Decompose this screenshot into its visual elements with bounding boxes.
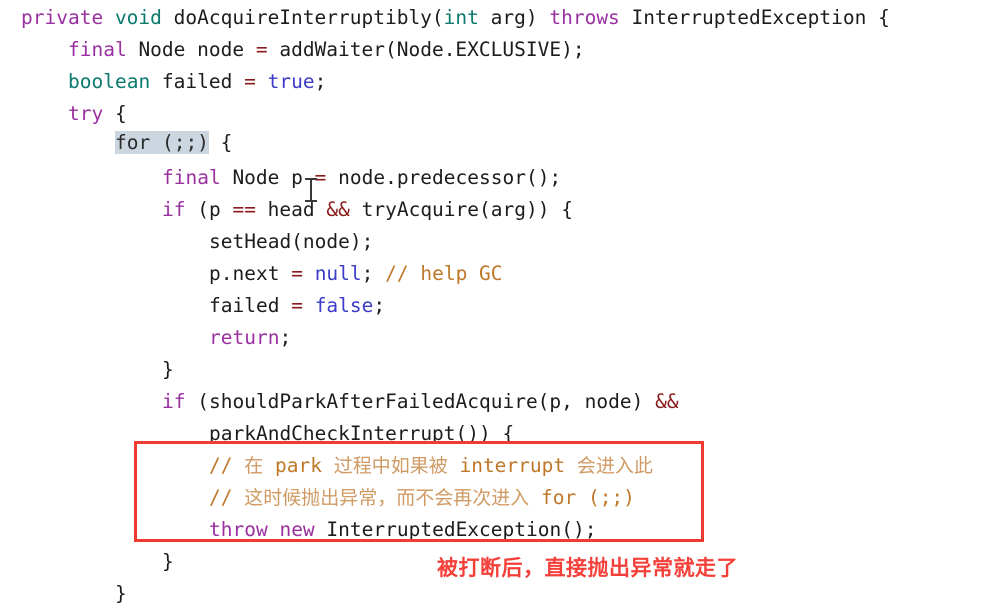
code-token: = — [255, 38, 268, 61]
code-line[interactable]: } — [162, 546, 174, 578]
code-token: failed — [150, 70, 245, 93]
code-line[interactable]: if (p == head && tryAcquire(arg)) { — [162, 194, 573, 226]
code-token: = — [291, 262, 303, 285]
code-token: 这时候抛出异常，而不会再次进入 — [244, 487, 530, 509]
code-line[interactable]: } — [115, 578, 127, 610]
code-line[interactable]: try { — [68, 98, 127, 130]
source-code-area[interactable]: private void doAcquireInterruptibly(int … — [0, 0, 997, 609]
code-token: InterruptedException(); — [314, 518, 597, 541]
code-line[interactable]: parkAndCheckInterrupt()) { — [209, 418, 514, 450]
code-token: == — [232, 198, 256, 221]
code-token: if — [162, 390, 186, 413]
code-line[interactable]: p.next = null; // help GC — [209, 258, 503, 290]
code-token: Node node — [126, 38, 256, 61]
code-line[interactable]: final Node node = addWaiter(Node.EXCLUSI… — [68, 34, 585, 66]
code-token: doAcquireInterruptibly( — [161, 6, 444, 29]
code-token: (shouldParkAfterFailedAcquire(p, node) — [185, 390, 656, 413]
code-token: InterruptedException { — [619, 6, 890, 29]
code-token: false — [314, 294, 374, 317]
code-token: // — [209, 454, 245, 477]
code-token: 会进入此 — [576, 455, 653, 477]
code-token: throws — [549, 6, 620, 29]
code-token: private — [21, 6, 104, 29]
code-token: Node p — [220, 166, 315, 189]
code-token: && — [326, 198, 350, 221]
code-token: throw — [209, 518, 268, 541]
code-token: tryAcquire(arg)) { — [349, 198, 573, 221]
code-token: final — [162, 166, 221, 189]
code-token: setHead(node); — [209, 230, 374, 253]
code-line[interactable]: // 这时候抛出异常，而不会再次进入 for (;;) — [209, 482, 635, 514]
code-token: failed — [209, 294, 292, 317]
code-line[interactable]: final Node p = node.predecessor(); — [162, 162, 561, 194]
code-token: = — [314, 166, 327, 189]
code-token: if — [162, 198, 186, 221]
code-token: (p — [185, 198, 233, 221]
code-line[interactable]: failed = false; — [209, 290, 385, 322]
code-token: for (;;) — [529, 486, 635, 509]
code-token: null — [314, 262, 362, 285]
code-token: try — [68, 102, 104, 125]
code-token: parkAndCheckInterrupt()) { — [209, 422, 515, 445]
code-token: true — [267, 70, 315, 93]
code-token: boolean — [68, 70, 151, 93]
code-line[interactable]: } — [162, 354, 174, 386]
code-line[interactable]: if (shouldParkAfterFailedAcquire(p, node… — [162, 386, 679, 418]
code-line[interactable]: for (;;) { — [115, 127, 232, 159]
code-token: 过程中如果被 — [333, 455, 448, 477]
code-token: ; — [361, 262, 386, 285]
code-token: interrupt — [447, 454, 577, 477]
code-token: for (;;) — [115, 131, 209, 154]
code-token: // help GC — [385, 262, 503, 285]
code-line[interactable]: private void doAcquireInterruptibly(int … — [21, 2, 890, 34]
code-token: ; — [314, 70, 327, 93]
code-token: head — [255, 198, 327, 221]
code-line[interactable]: throw new InterruptedException(); — [209, 514, 596, 546]
code-line[interactable]: return; — [209, 322, 291, 354]
code-token: void — [114, 6, 162, 29]
code-line[interactable]: setHead(node); — [209, 226, 373, 258]
code-token: return — [209, 326, 280, 349]
code-token: ; — [279, 326, 292, 349]
code-token: { — [103, 102, 127, 125]
code-token: park — [263, 454, 334, 477]
code-token: final — [68, 38, 127, 61]
code-token: = — [291, 294, 303, 317]
code-token: p.next — [209, 262, 292, 285]
code-line[interactable]: boolean failed = true; — [68, 66, 326, 98]
code-token: // — [209, 486, 245, 509]
code-token: addWaiter(Node.EXCLUSIVE); — [267, 38, 585, 61]
code-token: arg) — [478, 6, 550, 29]
code-token: 在 — [244, 455, 264, 477]
code-token: } — [115, 582, 127, 605]
code-token: } — [162, 550, 174, 573]
red-annotation-text: 被打断后，直接抛出异常就走了 — [437, 556, 738, 580]
code-line[interactable]: // 在 park 过程中如果被 interrupt 会进入此 — [209, 450, 653, 482]
code-viewer: private void doAcquireInterruptibly(int … — [0, 0, 997, 609]
code-token: } — [162, 358, 174, 381]
code-token: = — [244, 70, 256, 93]
code-token: { — [208, 131, 233, 154]
code-token: new — [279, 518, 315, 541]
code-token: int — [443, 6, 479, 29]
code-token: ; — [373, 294, 386, 317]
code-token: && — [655, 390, 679, 413]
code-token: node.predecessor(); — [326, 166, 562, 189]
